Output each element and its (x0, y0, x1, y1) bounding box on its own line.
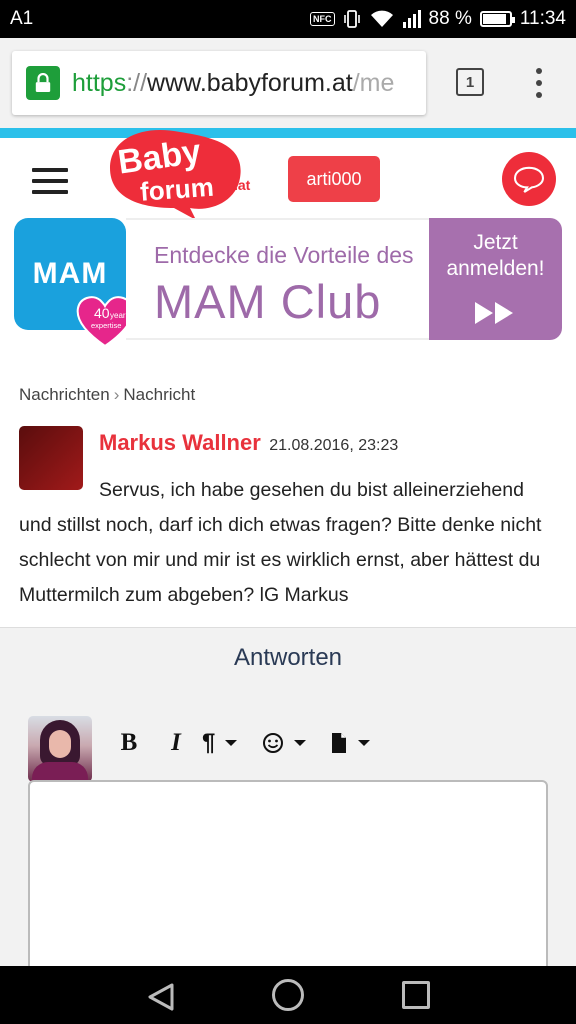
username-button[interactable]: arti000 (288, 156, 380, 202)
url-separator: :// (126, 68, 148, 97)
mam-ad-banner[interactable]: MAM 40 years expertise Entdecke die Vort… (14, 218, 562, 350)
editor-toolbar: B I ¶ (104, 726, 390, 760)
badge-sub: expertise (91, 321, 121, 330)
chevron-down-icon (225, 740, 238, 746)
message-meta: Markus Wallner 21.08.2016, 23:23 (99, 430, 398, 456)
chevron-down-icon (358, 740, 370, 746)
browser-toolbar: https://www.babyforum.at/me 1 (0, 38, 576, 128)
italic-button[interactable]: I (154, 726, 198, 760)
home-icon[interactable] (272, 979, 304, 1011)
message-date: 21.08.2016, 23:23 (269, 437, 399, 454)
badge-years: 40 (94, 305, 110, 321)
file-icon (332, 733, 346, 753)
nfc-icon: NFC (310, 12, 335, 26)
chat-bubble-icon (513, 166, 545, 193)
babyforum-logo[interactable]: Baby forum .at (100, 128, 260, 220)
top-stripe (0, 128, 576, 138)
message-body: Servus, ich habe gesehen du bist alleine… (19, 479, 542, 606)
emoji-dropdown[interactable] (262, 726, 330, 760)
paragraph-dropdown[interactable]: ¶ (198, 726, 262, 760)
sender-name[interactable]: Markus Wallner (99, 430, 261, 455)
my-avatar (28, 716, 92, 782)
url-scheme: https (72, 68, 127, 97)
bold-button[interactable]: B (104, 726, 154, 760)
wifi-icon (370, 10, 393, 27)
browser-menu-icon[interactable] (534, 68, 544, 98)
reply-editor[interactable] (28, 780, 548, 980)
url-host: www.babyforum.at (147, 68, 353, 97)
site-header: Baby forum .at arti000 (0, 129, 576, 220)
battery-percent: 88 % (428, 8, 472, 29)
smiley-icon (263, 733, 283, 753)
status-icons: NFC 88 % 11:34 (310, 8, 566, 30)
svg-text:forum: forum (139, 172, 215, 207)
battery-fill (482, 14, 506, 24)
ad-club-name: MAM Club (154, 275, 382, 328)
lock-icon[interactable] (26, 66, 60, 100)
breadcrumb-separator: › (113, 385, 120, 404)
back-icon[interactable] (146, 982, 176, 1012)
breadcrumb: Nachrichten › Nachricht (19, 385, 195, 405)
file-dropdown[interactable] (330, 726, 390, 760)
reply-title: Antworten (233, 644, 343, 671)
paragraph-icon: ¶ (202, 729, 216, 756)
carrier-label: A1 (10, 8, 34, 29)
system-nav-bar (0, 966, 576, 1024)
logo-suffix: .at (234, 177, 251, 193)
breadcrumb-nachricht: Nachricht (123, 385, 196, 404)
hamburger-menu-icon[interactable] (32, 168, 68, 194)
address-bar[interactable]: https://www.babyforum.at/me (12, 51, 426, 115)
battery-icon (479, 11, 515, 27)
reply-section: Antworten B I ¶ (0, 627, 576, 980)
vibrate-icon (343, 10, 360, 28)
ad-headline: Entdecke die Vorteile des (154, 242, 414, 268)
status-bar: A1 NFC 88 % 11:34 (0, 0, 576, 38)
breadcrumb-nachrichten[interactable]: Nachrichten (19, 385, 110, 404)
url-text[interactable]: https://www.babyforum.at/me (72, 69, 394, 98)
ad-signup-button[interactable]: Jetzt anmelden! (429, 218, 562, 340)
chat-button[interactable] (502, 152, 556, 206)
fast-forward-icon (475, 302, 513, 324)
url-path: /me (352, 68, 395, 97)
signal-icon (402, 10, 421, 28)
ad-cta-line2: anmelden! (446, 257, 545, 280)
clock: 11:34 (519, 8, 566, 29)
ad-text-panel: Entdecke die Vorteile des MAM Club (126, 218, 430, 340)
tab-switcher-button[interactable]: 1 (456, 68, 484, 96)
ad-cta-line1: Jetzt (473, 231, 518, 254)
recent-apps-icon[interactable] (402, 981, 430, 1009)
chevron-down-icon (294, 740, 306, 746)
